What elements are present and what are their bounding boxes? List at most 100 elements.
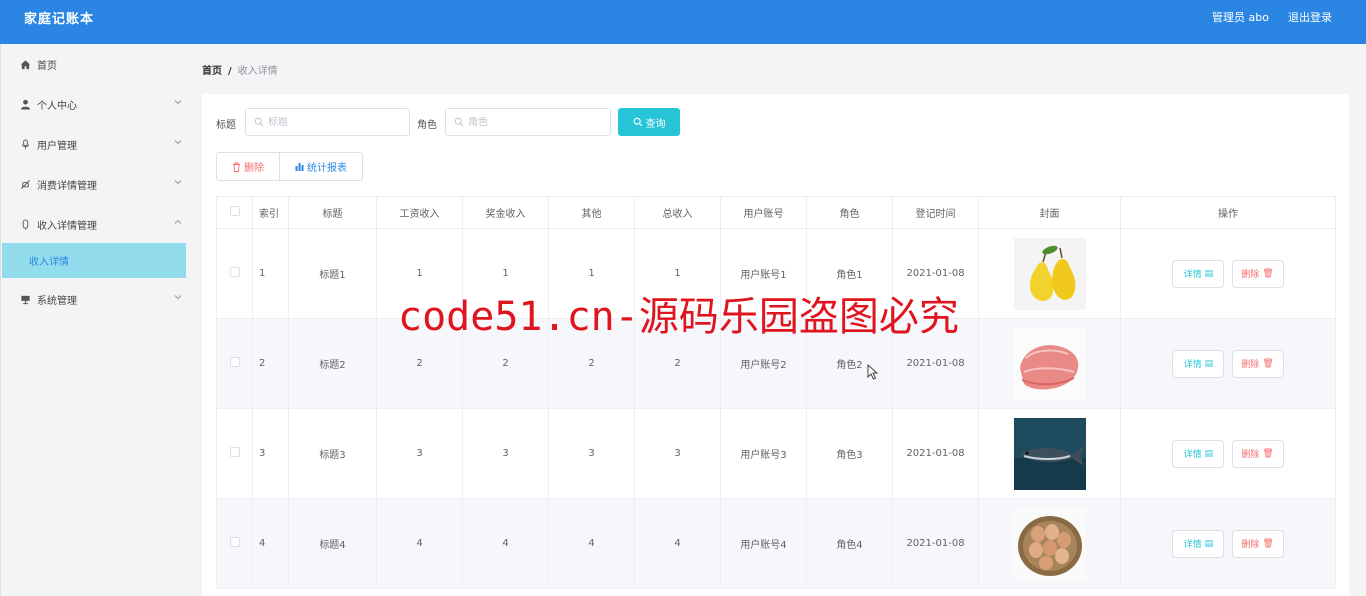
title-search-input[interactable] xyxy=(268,116,388,128)
table-row: 3 标题3 3 3 3 3 用户账号3 角色3 2021-01-08 详情 ▤ 删… xyxy=(216,408,1336,499)
trash-icon: 🗑 xyxy=(1262,358,1274,369)
trash-icon: 🗑 xyxy=(1262,538,1274,549)
delete-button[interactable]: 删除 🗑 xyxy=(1231,529,1284,558)
cell-cover xyxy=(978,318,1121,409)
column-header: 登记时间 xyxy=(892,196,979,229)
detail-button[interactable]: 详情 ▤ xyxy=(1172,349,1225,378)
sidebar-item-personal-center[interactable]: 个人中心 xyxy=(1,86,187,122)
document-icon: ▤ xyxy=(1204,538,1214,549)
role-search-field[interactable] xyxy=(445,108,611,136)
sidebar-subitem-income-detail[interactable]: 收入详情 xyxy=(2,243,186,278)
search-icon xyxy=(633,117,642,127)
title-filter-label: 标题 xyxy=(216,120,236,131)
mic-icon xyxy=(19,218,31,230)
cell-actions: 详情 ▤ 删除 🗑 xyxy=(1120,228,1336,319)
column-header: 标题 xyxy=(288,196,377,229)
cell-other: 1 xyxy=(548,228,635,319)
document-icon: ▤ xyxy=(1204,358,1214,369)
column-header: 奖金收入 xyxy=(462,196,549,229)
column-header: 用户账号 xyxy=(720,196,807,229)
row-checkbox[interactable] xyxy=(216,228,253,319)
sidebar: 首页 个人中心 用户管理 消费详情管理 收入详情管理 收入详情 系统管理 xyxy=(0,44,186,596)
sidebar-item-home[interactable]: 首页 xyxy=(1,46,187,82)
cell-account: 用户账号3 xyxy=(720,408,807,499)
cell-account: 用户账号2 xyxy=(720,318,807,409)
cell-index: 1 xyxy=(252,228,289,319)
cell-account: 用户账号1 xyxy=(720,228,807,319)
batch-delete-label: 删除 xyxy=(244,163,264,174)
row-checkbox[interactable] xyxy=(216,318,253,409)
cell-cover xyxy=(978,228,1121,319)
bell-off-icon xyxy=(19,178,31,190)
trash-icon: 🗑 xyxy=(1262,268,1274,279)
column-header: 索引 xyxy=(252,196,289,229)
role-search-input[interactable] xyxy=(468,116,588,128)
table-row: 4 标题4 4 4 4 4 用户账号4 角色4 2021-01-08 详情 ▤ … xyxy=(216,498,1336,589)
sidebar-item-expense-management[interactable]: 消费详情管理 xyxy=(1,166,187,202)
row-checkbox[interactable] xyxy=(216,498,253,589)
sidebar-item-label: 个人中心 xyxy=(37,100,77,112)
user-icon xyxy=(19,98,31,110)
sidebar-item-label: 系统管理 xyxy=(37,295,77,307)
sidebar-item-system-management[interactable]: 系统管理 xyxy=(1,281,187,317)
monitor-icon xyxy=(19,293,31,305)
search-icon xyxy=(454,117,464,127)
delete-button[interactable]: 删除 🗑 xyxy=(1231,349,1284,378)
cell-salary: 4 xyxy=(376,498,463,589)
sidebar-item-label: 收入详情管理 xyxy=(37,220,97,232)
delete-button[interactable]: 删除 🗑 xyxy=(1231,259,1284,288)
breadcrumb: 首页 / 收入详情 xyxy=(202,62,278,77)
cell-actions: 详情 ▤ 删除 🗑 xyxy=(1120,408,1336,499)
delete-button[interactable]: 删除 🗑 xyxy=(1231,439,1284,468)
cell-salary: 2 xyxy=(376,318,463,409)
column-header: 其他 xyxy=(548,196,635,229)
sidebar-item-label: 消费详情管理 xyxy=(37,180,97,192)
cell-salary: 1 xyxy=(376,228,463,319)
breadcrumb-home[interactable]: 首页 xyxy=(202,66,222,77)
sidebar-item-label: 用户管理 xyxy=(37,140,77,152)
mouse-cursor-icon xyxy=(867,364,879,380)
chevron-down-icon xyxy=(174,180,182,185)
cell-date: 2021-01-08 xyxy=(892,498,979,589)
row-checkbox[interactable] xyxy=(216,408,253,499)
breadcrumb-separator: / xyxy=(228,66,232,77)
logout-button[interactable]: 退出登录 xyxy=(1288,9,1332,25)
cell-title: 标题4 xyxy=(288,498,377,589)
cover-image-meat xyxy=(1013,327,1086,400)
title-search-field[interactable] xyxy=(245,108,410,136)
home-icon xyxy=(19,58,31,70)
cell-total: 2 xyxy=(634,318,721,409)
batch-delete-button[interactable]: 删除 xyxy=(216,152,280,181)
column-header: 总收入 xyxy=(634,196,721,229)
cell-title: 标题3 xyxy=(288,408,377,499)
stats-report-label: 统计报表 xyxy=(307,163,347,174)
sidebar-item-label: 首页 xyxy=(37,60,57,72)
app-title: 家庭记账本 xyxy=(24,12,95,27)
cell-bonus: 2 xyxy=(462,318,549,409)
column-header: 封面 xyxy=(978,196,1121,229)
chevron-down-icon xyxy=(174,100,182,105)
document-icon: ▤ xyxy=(1204,448,1214,459)
trash-icon xyxy=(233,162,240,172)
column-header: 工资收入 xyxy=(376,196,463,229)
cell-account: 用户账号4 xyxy=(720,498,807,589)
cell-total: 3 xyxy=(634,408,721,499)
stats-report-button[interactable]: 统计报表 xyxy=(279,152,363,181)
sidebar-item-user-management[interactable]: 用户管理 xyxy=(1,126,187,162)
detail-button[interactable]: 详情 ▤ xyxy=(1172,529,1225,558)
table-header-row: 索引 标题 工资收入 奖金收入 其他 总收入 用户账号 角色 登记时间 封面 操… xyxy=(216,196,1336,229)
column-header: 操作 xyxy=(1120,196,1336,229)
cell-bonus: 4 xyxy=(462,498,549,589)
query-button[interactable]: 查询 xyxy=(618,108,680,136)
detail-button[interactable]: 详情 ▤ xyxy=(1172,439,1225,468)
query-button-label: 查询 xyxy=(645,118,666,130)
detail-button[interactable]: 详情 ▤ xyxy=(1172,259,1225,288)
cell-other: 2 xyxy=(548,318,635,409)
chevron-down-icon xyxy=(174,140,182,145)
cell-date: 2021-01-08 xyxy=(892,408,979,499)
select-all-checkbox[interactable] xyxy=(216,196,253,229)
search-icon xyxy=(254,117,264,127)
sidebar-item-income-management[interactable]: 收入详情管理 xyxy=(1,206,187,242)
income-table: 索引 标题 工资收入 奖金收入 其他 总收入 用户账号 角色 登记时间 封面 操… xyxy=(216,196,1336,589)
cell-title: 标题1 xyxy=(288,228,377,319)
